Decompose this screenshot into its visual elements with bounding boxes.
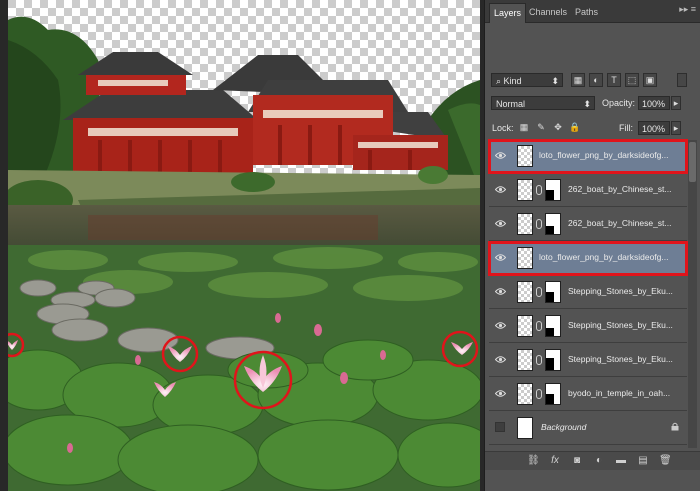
filter-type-icon[interactable]: T bbox=[607, 73, 621, 87]
layer-name: Background bbox=[541, 422, 587, 432]
layer-thumbnail bbox=[517, 281, 533, 303]
layer-mask-thumbnail[interactable] bbox=[545, 281, 561, 303]
filter-pixel-icon[interactable]: ▦ bbox=[571, 73, 585, 87]
layer-mask-thumbnail[interactable] bbox=[545, 315, 561, 337]
filter-smart-object-icon[interactable]: ▣ bbox=[643, 73, 657, 87]
layer-row[interactable]: 262_boat_by_Chinese_st... bbox=[489, 174, 687, 207]
layer-thumbnail bbox=[517, 315, 533, 337]
new-layer-icon[interactable]: ▤ bbox=[637, 455, 649, 467]
fill-input[interactable]: 100% bbox=[638, 121, 670, 135]
layer-row[interactable]: 262_boat_by_Chinese_st... bbox=[489, 208, 687, 241]
filter-shape-icon[interactable]: ⬚ bbox=[625, 73, 639, 87]
layer-name: Stepping_Stones_by_Eku... bbox=[568, 286, 673, 296]
layer-thumbnail bbox=[517, 145, 533, 167]
layer-name: Stepping_Stones_by_Eku... bbox=[568, 354, 673, 364]
chevron-down-icon: ⬍ bbox=[551, 76, 559, 86]
lock-label: Lock: bbox=[492, 123, 514, 133]
blend-mode-select[interactable]: Normal ⬍ bbox=[491, 96, 595, 110]
tab-channels[interactable]: Channels bbox=[525, 3, 571, 22]
layer-name: 262_boat_by_Chinese_st... bbox=[568, 184, 672, 194]
composite-image bbox=[8, 0, 480, 491]
opacity-label: Opacity: bbox=[602, 98, 636, 108]
trash-icon[interactable]: 🗑 bbox=[659, 455, 672, 467]
link-icon[interactable] bbox=[536, 389, 542, 399]
search-icon: ⌕ bbox=[496, 76, 504, 86]
lock-brush-icon[interactable]: ✎ bbox=[534, 121, 548, 135]
blend-mode-value: Normal bbox=[496, 99, 526, 109]
eye-icon[interactable] bbox=[495, 287, 506, 296]
fill-label: Fill: bbox=[619, 123, 633, 133]
panel-bottom-bar: ⛓ fx ◙ ◐ ▬ ▤ 🗑 bbox=[485, 451, 700, 470]
layers-scrollbar[interactable] bbox=[688, 140, 697, 448]
filter-toggle-icon[interactable] bbox=[677, 73, 687, 87]
opacity-input[interactable]: 100% bbox=[638, 96, 670, 110]
scrollbar-thumb[interactable] bbox=[689, 142, 696, 182]
lock-all-icon[interactable]: 🔒 bbox=[568, 121, 582, 135]
layer-thumbnail bbox=[517, 417, 533, 439]
layer-mask-thumbnail[interactable] bbox=[545, 349, 561, 371]
link-icon[interactable] bbox=[536, 185, 542, 195]
folder-icon[interactable]: ▬ bbox=[615, 455, 627, 467]
layer-row[interactable]: byodo_in_temple_in_oah... bbox=[489, 378, 687, 411]
layer-row[interactable]: Stepping_Stones_by_Eku... bbox=[489, 344, 687, 377]
visibility-toggle[interactable] bbox=[495, 422, 505, 432]
tab-layers[interactable]: Layers bbox=[489, 3, 527, 23]
link-icon[interactable] bbox=[536, 287, 542, 297]
adjustment-icon[interactable]: ◐ bbox=[593, 455, 605, 467]
eye-icon[interactable] bbox=[495, 389, 506, 398]
layer-name: loto_flower_png_by_darksideofg... bbox=[539, 150, 669, 160]
layer-name: loto_flower_png_by_darksideofg... bbox=[539, 252, 669, 262]
filter-kind-label: Kind bbox=[503, 76, 522, 86]
layer-name: 262_boat_by_Chinese_st... bbox=[568, 218, 672, 228]
lock-move-icon[interactable]: ✥ bbox=[551, 121, 565, 135]
layer-row[interactable]: loto_flower_png_by_darksideofg... bbox=[488, 241, 688, 276]
layer-thumbnail bbox=[517, 213, 533, 235]
layer-name: byodo_in_temple_in_oah... bbox=[568, 388, 671, 398]
panel-tabs: Layers Channels Paths ▸▸ ≡ bbox=[485, 0, 700, 23]
layer-row[interactable]: Stepping_Stones_by_Eku... bbox=[489, 276, 687, 309]
layer-thumbnail bbox=[517, 383, 533, 405]
link-icon[interactable] bbox=[536, 321, 542, 331]
opacity-slider-toggle[interactable]: ▸ bbox=[671, 96, 681, 110]
layer-row[interactable]: Stepping_Stones_by_Eku... bbox=[489, 310, 687, 343]
filter-adjustment-icon[interactable]: ◐ bbox=[589, 73, 603, 87]
tab-paths[interactable]: Paths bbox=[571, 3, 602, 22]
link-icon[interactable]: ⛓ bbox=[527, 455, 540, 467]
temple-lotus-composite bbox=[8, 0, 480, 491]
layer-row[interactable]: Background bbox=[489, 412, 687, 445]
layer-mask-thumbnail[interactable] bbox=[545, 213, 561, 235]
layer-name: Stepping_Stones_by_Eku... bbox=[568, 320, 673, 330]
eye-icon[interactable] bbox=[495, 253, 506, 262]
eye-icon[interactable] bbox=[495, 321, 506, 330]
link-icon[interactable] bbox=[536, 355, 542, 365]
fill-slider-toggle[interactable]: ▸ bbox=[671, 121, 681, 135]
eye-icon[interactable] bbox=[495, 185, 506, 194]
chevron-down-icon: ⬍ bbox=[583, 99, 591, 109]
eye-icon[interactable] bbox=[495, 151, 506, 160]
layers-list: loto_flower_png_by_darksideofg... 262_boa… bbox=[488, 139, 688, 448]
lock-transparent-icon[interactable]: ▦ bbox=[517, 121, 531, 135]
layer-thumbnail bbox=[517, 247, 533, 269]
link-icon[interactable] bbox=[536, 219, 542, 229]
fx-icon[interactable]: fx bbox=[549, 455, 561, 467]
panel-menu-icon[interactable]: ▸▸ ≡ bbox=[679, 4, 696, 15]
eye-icon[interactable] bbox=[495, 355, 506, 364]
lock-icon bbox=[671, 422, 679, 431]
layer-row[interactable]: loto_flower_png_by_darksideofg... bbox=[488, 139, 688, 174]
layer-mask-thumbnail[interactable] bbox=[545, 383, 561, 405]
mask-icon[interactable]: ◙ bbox=[571, 455, 583, 467]
layer-thumbnail bbox=[517, 349, 533, 371]
eye-icon[interactable] bbox=[495, 219, 506, 228]
layer-mask-thumbnail[interactable] bbox=[545, 179, 561, 201]
layers-panel: Layers Channels Paths ▸▸ ≡ ⌕ Kind ⬍ ▦ ◐ … bbox=[484, 0, 700, 491]
layer-thumbnail bbox=[517, 179, 533, 201]
filter-kind-select[interactable]: ⌕ Kind ⬍ bbox=[491, 73, 563, 87]
document-canvas[interactable] bbox=[0, 0, 484, 491]
